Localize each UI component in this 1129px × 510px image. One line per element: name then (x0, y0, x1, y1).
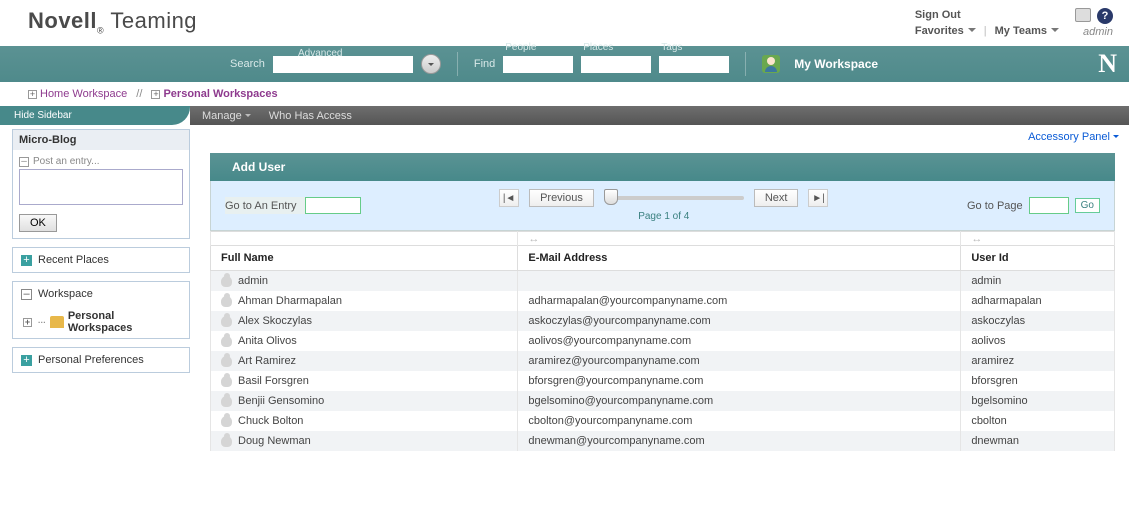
places-label: Places (583, 42, 613, 53)
microblog-header: Micro-Blog (13, 130, 189, 150)
expand-icon[interactable]: + (151, 90, 160, 99)
search-label: Search (230, 58, 265, 70)
table-row[interactable]: Art Ramirezaramirez@yourcompanyname.coma… (211, 351, 1115, 371)
recent-places[interactable]: +Recent Places (13, 248, 189, 272)
user-icon (221, 296, 232, 307)
search-bar: Advanced Search Find People Places Tags … (0, 46, 1129, 82)
collapse-icon[interactable]: – (19, 157, 29, 167)
col-userid[interactable]: User Id (961, 246, 1115, 271)
expand-icon: + (21, 355, 32, 366)
brand-logo: Novell® Teaming (28, 8, 197, 35)
hide-sidebar-button[interactable]: Hide Sidebar (0, 106, 190, 125)
bc-personal[interactable]: Personal Workspaces (163, 88, 277, 100)
resize-handle-icon[interactable]: ↔ (518, 232, 961, 246)
first-page-icon[interactable]: |◄ (499, 189, 519, 207)
search-input[interactable] (273, 56, 413, 73)
tags-label: Tags (661, 42, 682, 53)
user-icon (221, 376, 232, 387)
resize-handle-icon[interactable]: ↔ (961, 232, 1115, 246)
signout-link[interactable]: Sign Out (915, 9, 961, 21)
favorites-menu[interactable]: Favorites (915, 25, 976, 37)
personal-workspaces-node[interactable]: + ··· Personal Workspaces (13, 306, 189, 338)
action-toolbar: Manage Who Has Access (190, 106, 1129, 125)
table-row[interactable]: Benjii Gensominobgelsomino@yourcompanyna… (211, 391, 1115, 411)
current-user: admin (1083, 26, 1113, 38)
user-table: ↔↔ Full Name E-Mail Address User Id admi… (210, 231, 1115, 451)
expand-icon[interactable]: + (28, 90, 37, 99)
table-row[interactable]: Alex Skoczylasaskoczylas@yourcompanyname… (211, 311, 1115, 331)
advanced-search-link[interactable]: Advanced (298, 48, 342, 59)
table-row[interactable]: Anita Olivosaolivos@yourcompanyname.coma… (211, 331, 1115, 351)
search-dropdown[interactable] (421, 54, 441, 74)
table-row[interactable]: Ahman Dharmapalanadharmapalan@yourcompan… (211, 291, 1115, 311)
workspace-item[interactable]: –Workspace (13, 282, 189, 306)
go-button[interactable]: Go (1075, 198, 1100, 213)
people-input[interactable] (503, 56, 573, 73)
user-icon (221, 396, 232, 407)
page-indicator: Page 1 of 4 (638, 211, 689, 222)
next-button[interactable]: Next (754, 189, 799, 207)
novell-n-icon: N (1098, 49, 1117, 79)
user-icon (221, 356, 232, 367)
help-icon[interactable]: ? (1097, 8, 1113, 24)
people-label: People (505, 42, 536, 53)
places-input[interactable] (581, 56, 651, 73)
col-email[interactable]: E-Mail Address (518, 246, 961, 271)
find-label: Find (474, 58, 495, 70)
who-has-access[interactable]: Who Has Access (269, 110, 352, 122)
last-page-icon[interactable]: ►| (808, 189, 828, 207)
manage-menu[interactable]: Manage (202, 110, 251, 122)
goto-page-label: Go to Page (967, 200, 1023, 212)
microblog-ok-button[interactable]: OK (19, 214, 57, 232)
table-row[interactable]: Chuck Boltoncbolton@yourcompanyname.comc… (211, 411, 1115, 431)
previous-button[interactable]: Previous (529, 189, 594, 207)
print-icon[interactable] (1075, 8, 1091, 22)
personal-preferences[interactable]: +Personal Preferences (13, 348, 189, 372)
goto-page-input[interactable] (1029, 197, 1069, 214)
user-icon (221, 316, 232, 327)
goto-entry-label: Go to An Entry (225, 200, 297, 212)
expand-icon: + (21, 255, 32, 266)
user-icon (221, 336, 232, 347)
slider-handle-icon[interactable] (604, 189, 618, 205)
table-row[interactable]: adminadmin (211, 271, 1115, 292)
tree-expand-icon[interactable]: + (23, 318, 32, 327)
table-row[interactable]: Basil Forsgrenbforsgren@yourcompanyname.… (211, 371, 1115, 391)
microblog-textarea[interactable] (19, 169, 183, 205)
post-entry-label: Post an entry... (33, 156, 100, 167)
page-slider[interactable] (604, 196, 744, 200)
collapse-icon: – (21, 289, 32, 300)
user-icon (221, 416, 232, 427)
breadcrumb: +Home Workspace // +Personal Workspaces (0, 82, 1129, 106)
accessory-panel-link[interactable]: Accessory Panel (1028, 131, 1119, 143)
my-workspace-link[interactable]: My Workspace (794, 57, 878, 71)
col-fullname[interactable]: Full Name (211, 246, 518, 271)
tags-input[interactable] (659, 56, 729, 73)
user-icon (221, 436, 232, 447)
add-user-header[interactable]: Add User (210, 153, 1115, 181)
myteams-menu[interactable]: My Teams (995, 25, 1059, 37)
table-row[interactable]: Doug Newmandnewman@yourcompanyname.comdn… (211, 431, 1115, 451)
bc-home[interactable]: Home Workspace (40, 88, 127, 100)
pagination-bar: Go to An Entry |◄ Previous Next ►| Page … (210, 181, 1115, 231)
folder-icon (50, 316, 64, 328)
user-icon (221, 276, 232, 287)
goto-entry-input[interactable] (305, 197, 361, 214)
workspace-avatar-icon (762, 55, 780, 73)
